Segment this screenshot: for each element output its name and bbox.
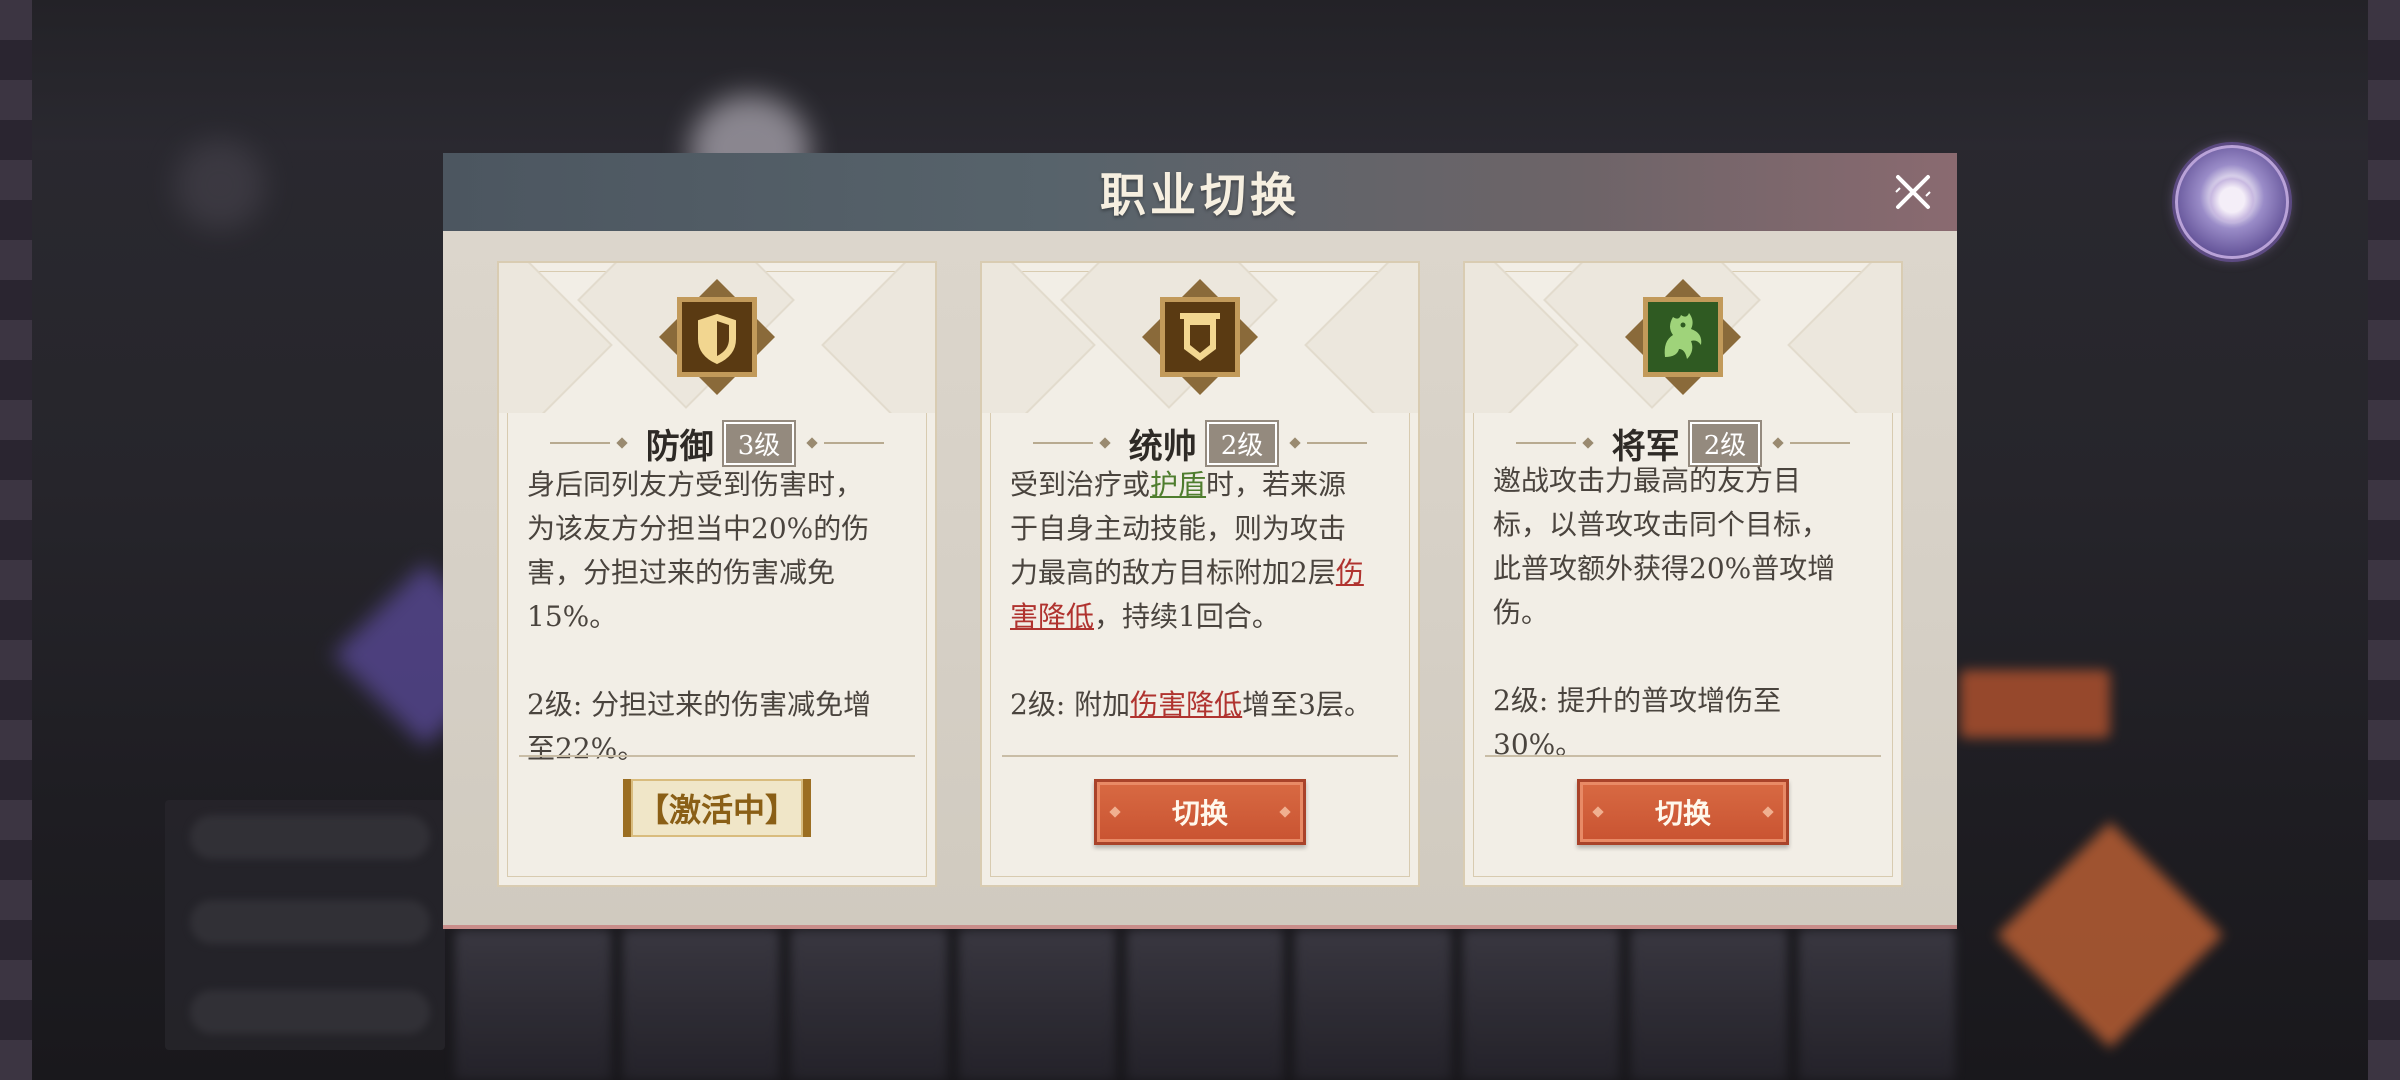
role-title-row: 统帅 2级 xyxy=(982,419,1418,467)
role-description: 身后同列友方受到伤害时， 为该友方分担当中20%的伤 害，分担过来的伤害减免 1… xyxy=(527,463,915,771)
player-avatar[interactable] xyxy=(2175,145,2289,259)
role-description: 邀战攻击力最高的友方目 标，以普攻攻击同个目标， 此普攻额外获得20%普攻增 伤… xyxy=(1493,459,1881,767)
background-row xyxy=(190,990,430,1034)
right-edge-ornament xyxy=(2368,0,2400,1080)
close-icon[interactable] xyxy=(1891,170,1935,214)
background-hero-cards xyxy=(455,930,1955,1080)
role-card-defense: 防御 3级 身后同列友方受到伤害时， 为该友方分担当中20%的伤 害，分担过来的… xyxy=(497,261,937,887)
background-orange-button xyxy=(1960,670,2110,738)
keyword-damage-reduction[interactable]: 害降低 xyxy=(1010,600,1094,633)
upgrade-text: 2级: 附加伤害降低增至3层。 xyxy=(1010,688,1372,721)
card-divider xyxy=(519,755,915,757)
keyword-damage-reduction[interactable]: 伤害降低 xyxy=(1130,688,1242,721)
card-divider xyxy=(1002,755,1398,757)
level-badge: 3级 xyxy=(721,419,797,467)
keyword-shield[interactable]: 护盾 xyxy=(1150,468,1206,501)
background-row xyxy=(190,815,430,859)
background-top-bar xyxy=(32,0,2368,150)
role-description: 受到治疗或护盾时，若来源 于自身主动技能，则为攻击 力最高的敌方目标附加2层伤 … xyxy=(1010,463,1398,727)
left-edge-ornament xyxy=(0,0,32,1080)
banner-icon xyxy=(1142,279,1258,395)
switch-button-commander[interactable]: 切换 xyxy=(1094,779,1306,845)
switch-button-general[interactable]: 切换 xyxy=(1577,779,1789,845)
card-divider xyxy=(1485,755,1881,757)
dialog-title: 职业切换 xyxy=(1100,168,1300,222)
upgrade-text: 2级: 分担过来的伤害减免增 xyxy=(527,688,872,721)
dialog-header: 职业切换 xyxy=(443,153,1957,231)
dragon-icon xyxy=(1625,279,1741,395)
shield-icon xyxy=(659,279,775,395)
role-card-general: 将军 2级 邀战攻击力最高的友方目 标，以普攻攻击同个目标， 此普攻额外获得20… xyxy=(1463,261,1903,887)
role-title-row: 防御 3级 xyxy=(499,419,935,467)
role-card-commander: 统帅 2级 受到治疗或护盾时，若来源 于自身主动技能，则为攻击 力最高的敌方目标… xyxy=(980,261,1420,887)
class-switch-dialog: 职业切换 防御 3级 身后同列友方受到伤害时， 为该友方分担当中20%的伤 害，… xyxy=(443,153,1957,929)
background-emblem xyxy=(175,140,265,230)
dialog-body: 防御 3级 身后同列友方受到伤害时， 为该友方分担当中20%的伤 害，分担过来的… xyxy=(443,231,1957,929)
upgrade-text: 2级: 提升的普攻增伤至 xyxy=(1493,684,1782,717)
role-name: 防御 xyxy=(645,426,714,467)
keyword-damage-reduction[interactable]: 伤 xyxy=(1336,556,1364,589)
active-status-tag: 【激活中】 xyxy=(622,779,812,837)
role-name: 统帅 xyxy=(1128,426,1197,467)
background-row xyxy=(190,900,430,944)
level-badge: 2级 xyxy=(1204,419,1280,467)
